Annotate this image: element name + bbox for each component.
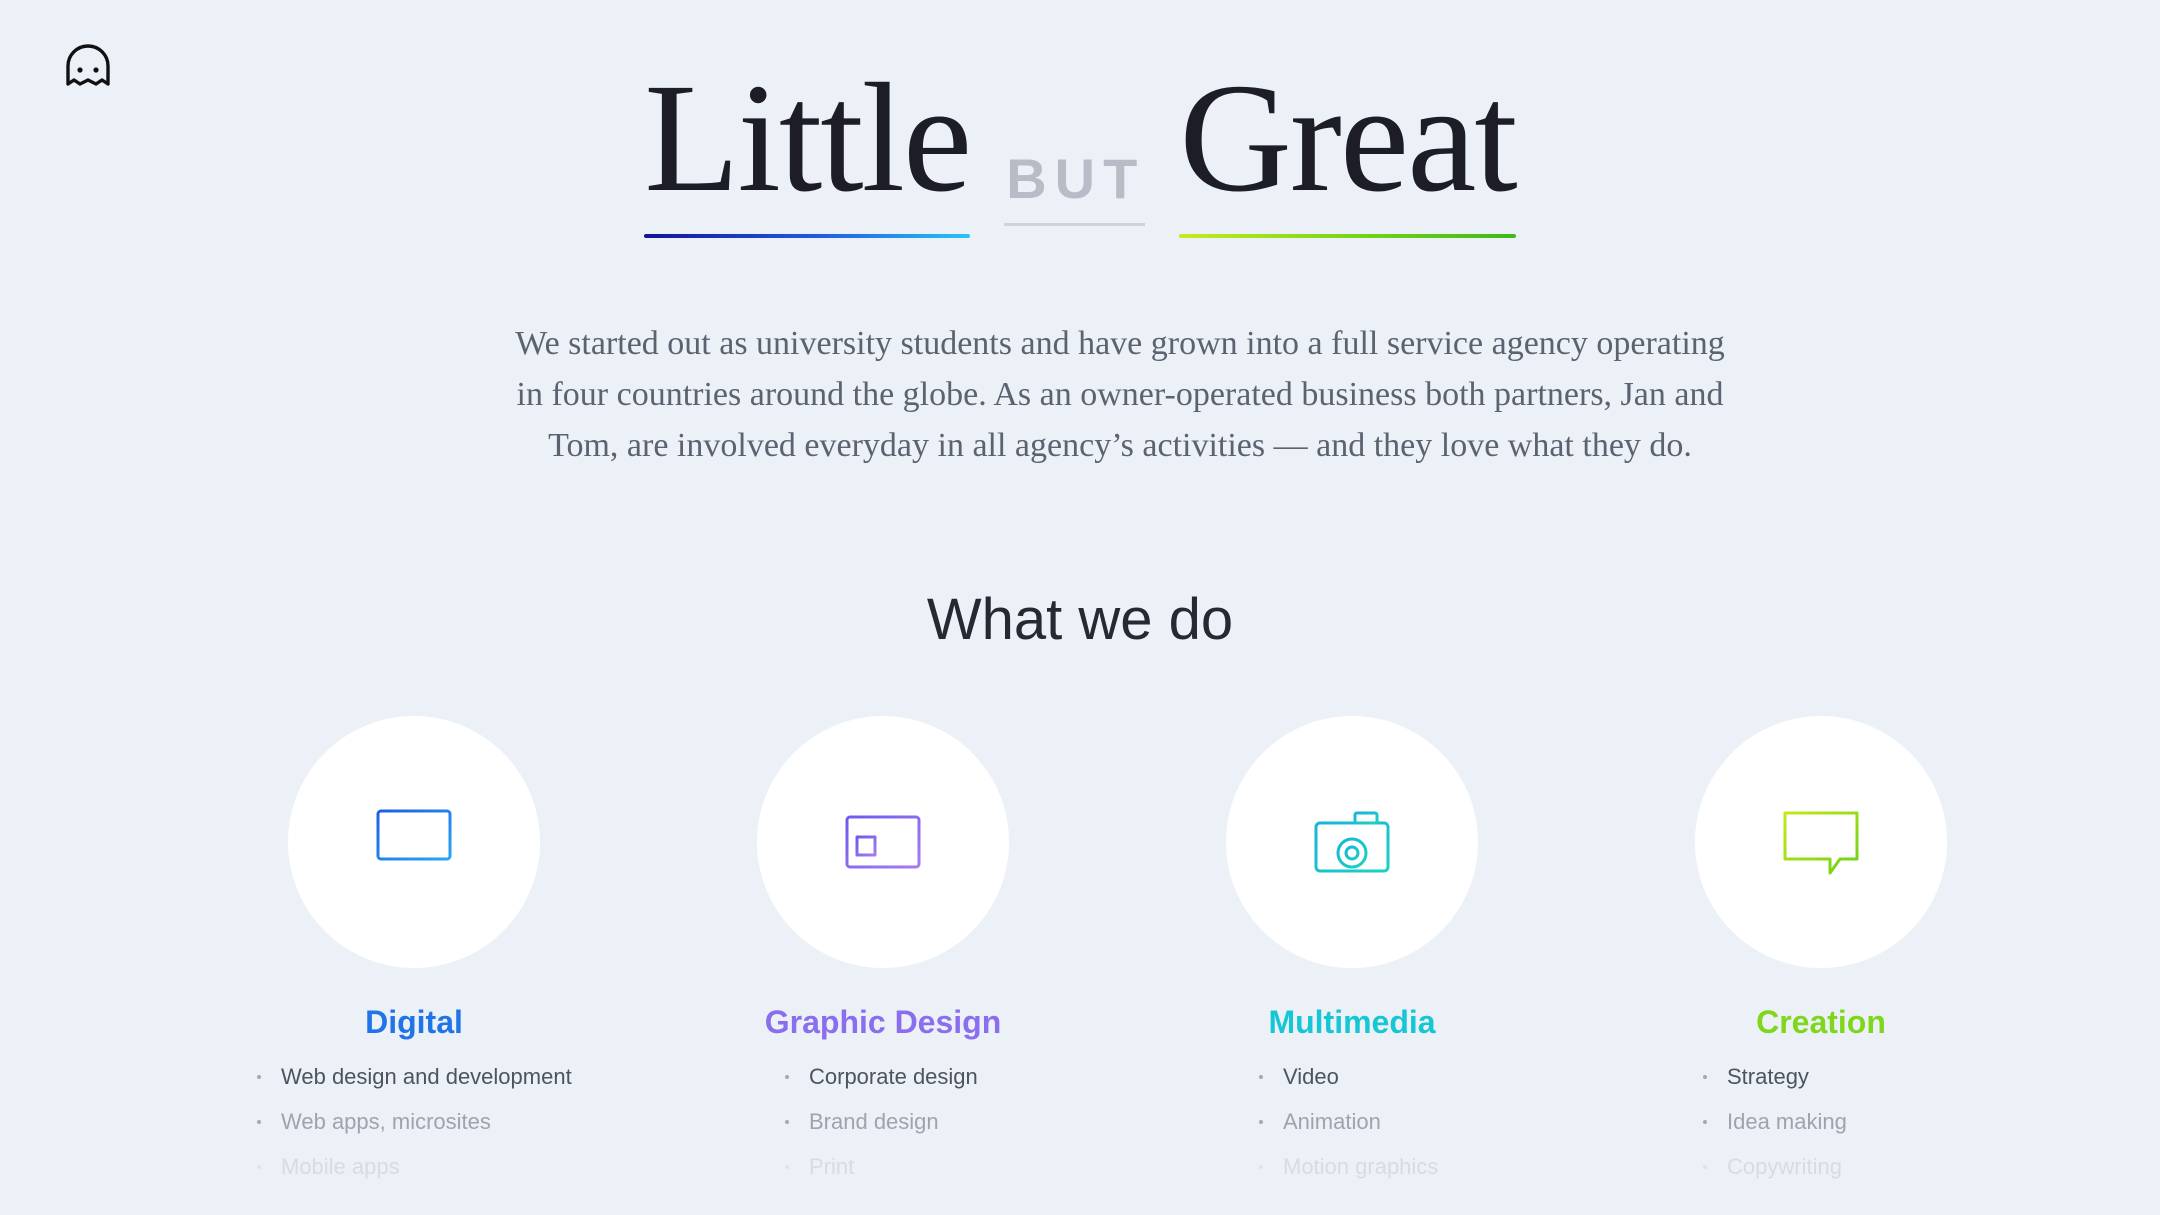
hero-underline-right: [1179, 234, 1516, 238]
hero-word-left-text: Little: [644, 51, 972, 224]
service-item: Animation: [1259, 1107, 1438, 1152]
service-title-digital[interactable]: Digital: [179, 1004, 649, 1041]
intro-paragraph: We started out as university students an…: [515, 325, 1725, 464]
hero-underline-left: [644, 234, 971, 238]
service-icon-circle[interactable]: [288, 716, 540, 968]
camera-icon: [1314, 811, 1390, 873]
service-list-digital: Web design and development Web apps, mic…: [257, 1062, 572, 1197]
hero-word-left: Little: [644, 60, 972, 238]
hero-word-right: Great: [1179, 60, 1518, 238]
hero-word-middle: BUT: [1004, 151, 1146, 226]
service-item: Corporate design: [785, 1062, 978, 1107]
service-icon-circle[interactable]: [1226, 716, 1478, 968]
speech-bubble-icon: [1783, 811, 1859, 875]
service-item: Idea making: [1703, 1107, 1847, 1152]
service-item: Strategy: [1703, 1062, 1847, 1107]
service-item: Copywriting: [1703, 1152, 1847, 1197]
hero-word-right-text: Great: [1179, 51, 1517, 224]
section-title: What we do: [926, 587, 1234, 652]
service-list-creation: Strategy Idea making Copywriting: [1703, 1062, 1847, 1197]
service-icon-circle[interactable]: [1695, 716, 1947, 968]
service-icon-circle[interactable]: [757, 716, 1009, 968]
hero-heading: Little BUT Great: [0, 60, 2160, 238]
service-title-graphic-design[interactable]: Graphic Design: [648, 1004, 1118, 1041]
service-item: Mobile apps: [257, 1152, 572, 1197]
service-item: Print: [785, 1152, 978, 1197]
service-list-graphic-design: Corporate design Brand design Print: [785, 1062, 978, 1197]
service-item: Video: [1259, 1062, 1438, 1107]
service-item: Web apps, microsites: [257, 1107, 572, 1152]
service-title-multimedia[interactable]: Multimedia: [1117, 1004, 1587, 1041]
services-grid: Digital Web design and development Web a…: [0, 716, 2160, 1215]
service-title-creation[interactable]: Creation: [1586, 1004, 2056, 1041]
id-card-icon: [845, 815, 921, 869]
service-list-multimedia: Video Animation Motion graphics: [1259, 1062, 1438, 1197]
service-item: Brand design: [785, 1107, 978, 1152]
service-item: Web design and development: [257, 1062, 572, 1107]
monitor-icon: [376, 809, 452, 874]
service-item: Motion graphics: [1259, 1152, 1438, 1197]
